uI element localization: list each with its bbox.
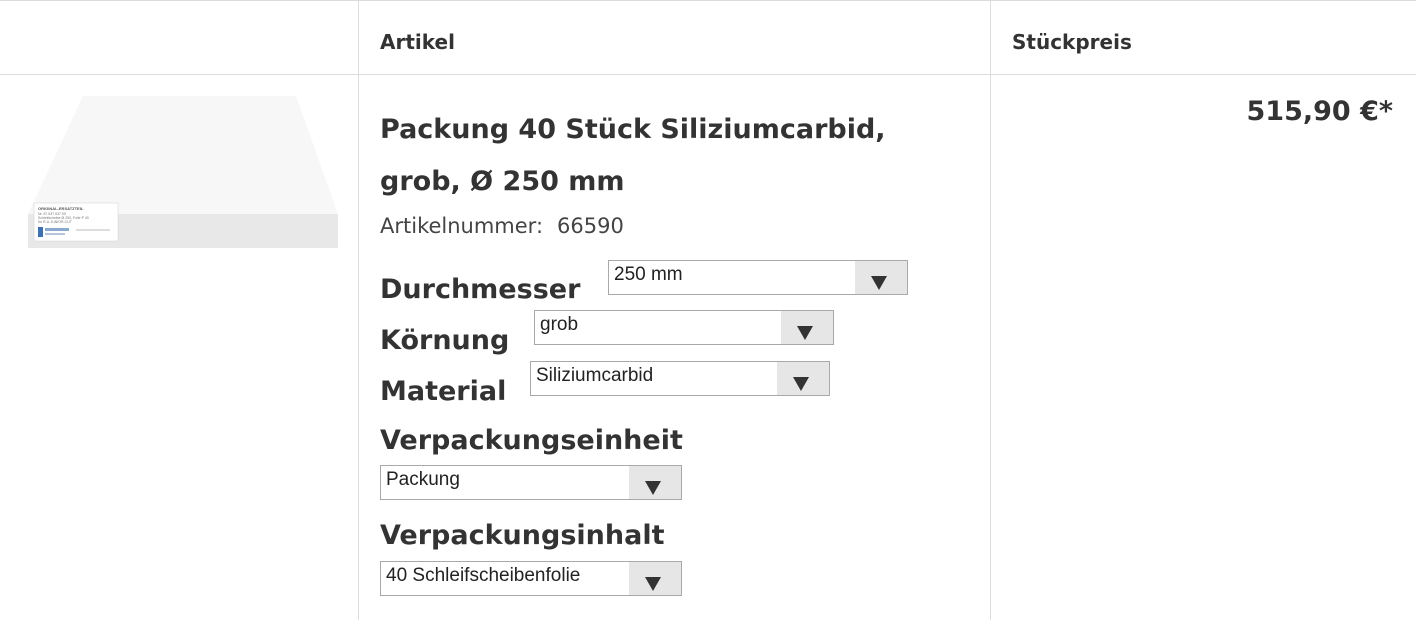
header-divider [0, 74, 1416, 75]
chevron-down-icon [645, 481, 661, 495]
packaging-content-select[interactable]: 40 Schleifscheibenfolie [380, 561, 682, 596]
column-header-price: Stückpreis [1012, 30, 1132, 54]
product-table: Artikel Stückpreis ORIGINAL-ERSATZTEIL N… [0, 0, 1416, 620]
diameter-select-value: 250 mm [614, 264, 683, 285]
diameter-select[interactable]: 250 mm [608, 260, 908, 295]
grit-select[interactable]: grob [534, 310, 834, 345]
packaging-unit-label: Verpackungseinheit [380, 425, 683, 456]
image-label-line: ORIGINAL-ERSATZTEIL [38, 206, 84, 211]
chevron-down-icon [793, 377, 809, 391]
grit-dropdown-button[interactable] [781, 311, 833, 344]
chevron-down-icon [645, 577, 661, 591]
row-divider [0, 0, 1416, 1]
packaging-content-select-value: 40 Schleifscheibenfolie [386, 565, 581, 586]
image-label-line: für R-U-JUNIOR-CUT [38, 220, 73, 224]
article-number: Artikelnummer: 66590 [380, 214, 624, 238]
article-number-label: Artikelnummer: [380, 214, 544, 238]
column-divider [358, 0, 359, 620]
material-dropdown-button[interactable] [777, 362, 829, 395]
article-number-value: 66590 [557, 214, 624, 238]
material-label: Material [380, 376, 507, 407]
packaging-content-dropdown-button[interactable] [629, 562, 681, 595]
packaging-unit-select[interactable]: Packung [380, 465, 682, 500]
product-image[interactable]: ORIGINAL-ERSATZTEIL Nr. 87 537 637 00 Sc… [28, 96, 338, 248]
column-divider [990, 0, 991, 620]
grit-label: Körnung [380, 325, 510, 356]
product-title[interactable]: Packung 40 Stück Siliziumcarbid, grob, Ø… [380, 104, 960, 208]
grit-select-value: grob [540, 314, 579, 335]
chevron-down-icon [797, 326, 813, 340]
material-select[interactable]: Siliziumcarbid [530, 361, 830, 396]
diameter-dropdown-button[interactable] [855, 261, 907, 294]
packaging-unit-dropdown-button[interactable] [629, 466, 681, 499]
diameter-label: Durchmesser [380, 274, 581, 305]
column-header-article: Artikel [380, 30, 455, 54]
chevron-down-icon [871, 276, 887, 290]
packaging-content-label: Verpackungsinhalt [380, 520, 665, 551]
unit-price: 515,90 €* [1246, 96, 1394, 127]
packaging-unit-select-value: Packung [386, 469, 460, 490]
material-select-value: Siliziumcarbid [536, 365, 654, 386]
